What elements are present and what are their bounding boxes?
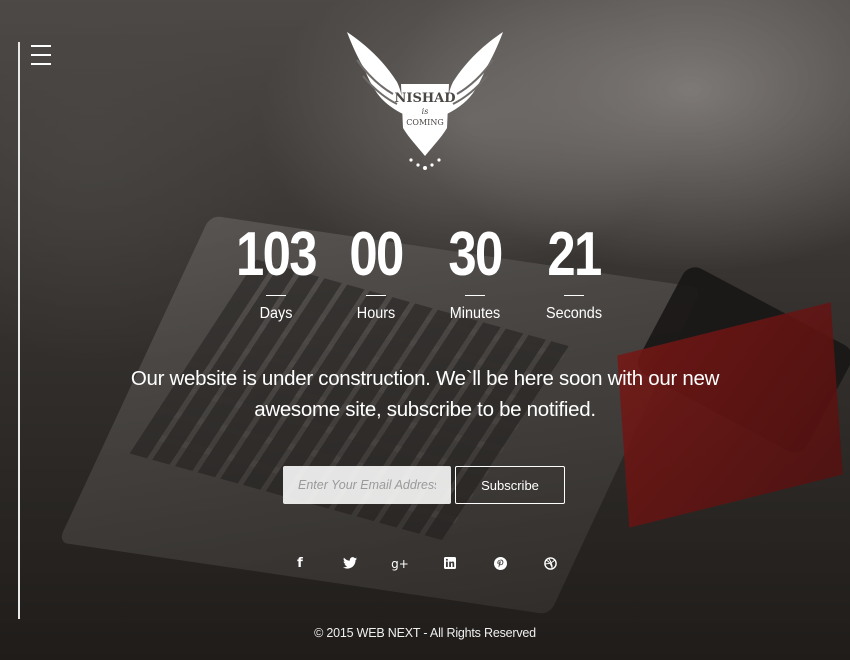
countdown-minutes-value: 30	[448, 220, 503, 289]
subscribe-button[interactable]: Subscribe	[455, 466, 565, 504]
countdown-days: 103 Days	[226, 222, 326, 323]
countdown-seconds: 21 Seconds	[524, 222, 624, 323]
countdown-days-value: 103	[236, 220, 318, 289]
menu-bar-icon	[31, 54, 51, 56]
countdown-seconds-value: 21	[547, 220, 602, 289]
logo-subtitle: COMING	[406, 118, 443, 127]
countdown-hours-label: Hours	[356, 305, 396, 322]
linkedin-icon[interactable]	[440, 555, 460, 573]
menu-bar-icon	[31, 45, 51, 47]
menu-bar-icon	[31, 63, 51, 65]
countdown-seconds-label: Seconds	[545, 305, 603, 322]
countdown-hours-value: 00	[349, 220, 404, 289]
construction-message-line-1: Our website is under construction. We`ll…	[130, 367, 720, 390]
countdown-timer: 103 Days 00 Hours 30 Minutes 21 Seconds	[226, 222, 626, 332]
dribbble-icon[interactable]	[540, 555, 560, 573]
countdown-minutes-label: Minutes	[449, 305, 501, 322]
countdown-hours: 00 Hours	[326, 222, 426, 323]
countdown-minutes: 30 Minutes	[425, 222, 525, 323]
logo-connector: is	[422, 107, 429, 116]
winged-shield-icon: NISHAD is COMING	[347, 32, 503, 170]
site-logo: NISHAD is COMING	[345, 30, 505, 175]
logo-title: NISHAD	[395, 91, 456, 106]
google-plus-glyph: g+	[391, 557, 409, 571]
pinterest-icon[interactable]	[490, 555, 510, 573]
social-links: f g+	[0, 555, 850, 575]
construction-message-line-2: awesome site, subscribe to be notified.	[254, 398, 596, 421]
email-input[interactable]	[283, 466, 451, 504]
twitter-icon[interactable]	[340, 555, 360, 573]
construction-message: Our website is under construction. We`ll…	[120, 363, 730, 425]
countdown-divider	[266, 295, 286, 296]
left-vertical-rule	[18, 42, 20, 619]
countdown-days-label: Days	[259, 305, 293, 322]
google-plus-icon[interactable]: g+	[390, 555, 410, 573]
menu-button[interactable]	[31, 45, 51, 66]
countdown-divider	[465, 295, 485, 296]
facebook-glyph: f	[297, 556, 303, 571]
countdown-divider	[564, 295, 584, 296]
facebook-icon[interactable]: f	[290, 555, 310, 573]
countdown-divider	[366, 295, 386, 296]
footer-copyright: © 2015 WEB NEXT - All Rights Reserved	[314, 626, 536, 640]
